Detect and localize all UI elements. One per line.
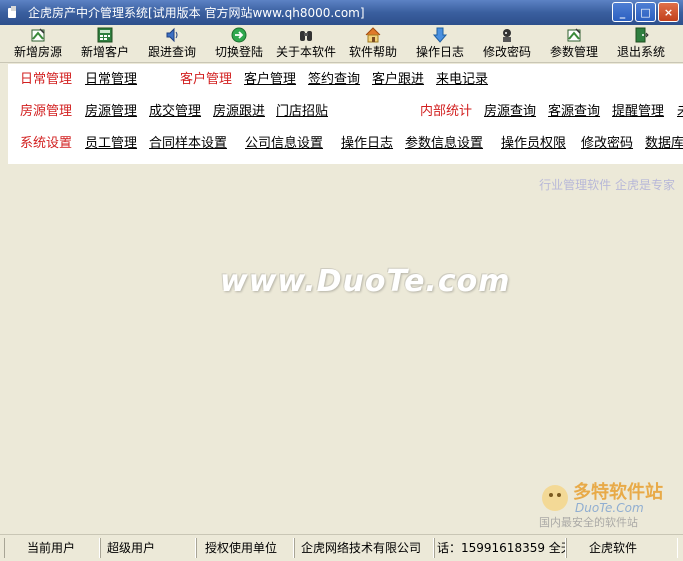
switch-login-button[interactable]: 切换登陆 <box>211 26 267 62</box>
app-icon[interactable] <box>6 5 20 20</box>
operation-log-button[interactable]: 操作日志 <box>412 26 468 62</box>
link-change-password[interactable]: 修改密码 <box>581 133 633 155</box>
duote-logo: 多特软件站 DuoTe.Com 国内最安全的软件站 <box>537 474 677 530</box>
link-operation-log[interactable]: 操作日志 <box>341 133 393 155</box>
slogan-text: 行业管理软件 企虎是专家 <box>539 178 675 192</box>
menu-row-daily: 日常管理 日常管理 客户管理 客户管理 签约查询 客户跟进 来电记录 <box>8 69 683 91</box>
status-bar: 当前用户 超级用户 授权使用单位 企虎网络技术有限公司 话：1599161835… <box>0 534 683 561</box>
window-controls: _ □ × <box>612 2 679 22</box>
help-button[interactable]: 软件帮助 <box>345 26 401 62</box>
link-database[interactable]: 数据库 <box>645 133 683 155</box>
operation-log-label: 操作日志 <box>415 45 464 59</box>
menu-row-house: 房源管理 房源管理 成交管理 房源跟进 门店招贴 内部统计 房源查询 客源查询 … <box>8 101 683 123</box>
switch-login-label: 切换登陆 <box>214 45 263 59</box>
change-password-button[interactable]: 修改密码 <box>479 26 535 62</box>
about-button[interactable]: 关于本软件 <box>274 26 338 62</box>
category-daily: 日常管理 <box>20 72 73 87</box>
exit-door-icon <box>633 27 649 43</box>
logo-caption: 国内最安全的软件站 <box>539 515 638 529</box>
status-license-label: 授权使用单位 <box>196 538 294 558</box>
link-house-query[interactable]: 房源查询 <box>484 101 536 123</box>
menu-panel: 日常管理 日常管理 客户管理 客户管理 签约查询 客户跟进 来电记录 房源管理 … <box>8 64 683 164</box>
link-daily-management[interactable]: 日常管理 <box>85 69 137 91</box>
link-deal-management[interactable]: 成交管理 <box>149 101 201 123</box>
link-customer-management[interactable]: 客户管理 <box>244 69 296 91</box>
status-phone: 话：15991618359 全天技 <box>434 538 566 558</box>
close-button[interactable]: × <box>658 2 679 22</box>
new-house-button[interactable]: 新增房源 <box>10 26 66 62</box>
link-call-record[interactable]: 来电记录 <box>436 69 488 91</box>
link-staff-management[interactable]: 员工管理 <box>85 133 137 155</box>
link-company-info[interactable]: 公司信息设置 <box>245 133 323 155</box>
logo-text: 多特软件站 <box>573 481 663 503</box>
link-house-management[interactable]: 房源管理 <box>85 101 137 123</box>
new-customer-icon <box>97 27 113 43</box>
category-system: 系统设置 <box>20 136 73 151</box>
watermark-text: www.DuoTe.com <box>220 264 511 299</box>
new-customer-button[interactable]: 新增客户 <box>77 26 133 62</box>
change-password-label: 修改密码 <box>482 45 531 59</box>
window-title: 企虎房产中介管理系统[试用版本 官方网站www.qh8000.com] <box>28 6 365 20</box>
new-customer-label: 新增客户 <box>80 45 129 59</box>
link-house-follow[interactable]: 房源跟进 <box>213 101 265 123</box>
category-house: 房源管理 <box>20 104 73 119</box>
link-truncated[interactable]: 未 <box>677 101 683 123</box>
link-customer-follow[interactable]: 客户跟进 <box>372 69 424 91</box>
follow-query-label: 跟进查询 <box>147 45 196 59</box>
link-client-query[interactable]: 客源查询 <box>548 101 600 123</box>
main-content-area: 行业管理软件 企虎是专家 www.DuoTe.com 多特软件站 DuoTe.C… <box>8 164 683 534</box>
logo-sub: DuoTe.Com <box>575 501 644 515</box>
menu-row-system: 系统设置 员工管理 合同样本设置 公司信息设置 操作日志 参数信息设置 操作员权… <box>8 133 683 155</box>
binoculars-icon <box>298 27 314 43</box>
help-label: 软件帮助 <box>348 45 397 59</box>
new-house-label: 新增房源 <box>13 45 62 59</box>
status-current-user-value: 超级用户 <box>100 538 196 558</box>
maximize-button[interactable]: □ <box>635 2 656 22</box>
category-internal-stats: 内部统计 <box>420 104 473 119</box>
link-parameter-info[interactable]: 参数信息设置 <box>405 133 483 155</box>
settings-icon <box>566 27 582 43</box>
exit-label: 退出系统 <box>616 45 665 59</box>
link-reminder-management[interactable]: 提醒管理 <box>612 101 664 123</box>
down-arrow-icon <box>432 27 448 43</box>
link-operator-permissions[interactable]: 操作员权限 <box>501 133 566 155</box>
parameter-management-button[interactable]: 参数管理 <box>546 26 602 62</box>
link-contract-template[interactable]: 合同样本设置 <box>149 133 227 155</box>
about-label: 关于本软件 <box>275 45 336 59</box>
link-store-poster[interactable]: 门店招贴 <box>276 101 328 123</box>
parameter-management-label: 参数管理 <box>549 45 598 59</box>
home-help-icon <box>365 27 381 43</box>
exit-button[interactable]: 退出系统 <box>613 26 669 62</box>
status-current-user-label: 当前用户 <box>4 538 100 558</box>
switch-login-icon <box>231 27 247 43</box>
user-key-icon <box>499 27 515 43</box>
link-contract-query[interactable]: 签约查询 <box>308 69 360 91</box>
title-bar: 企虎房产中介管理系统[试用版本 官方网站www.qh8000.com] _ □ … <box>0 0 683 25</box>
status-product: 企虎软件 <box>566 538 678 558</box>
new-house-icon <box>30 27 46 43</box>
toolbar: 新增房源 新增客户 跟进查询 切换登陆 关于本软件 软件帮助 操作日志 修改密码… <box>0 25 683 63</box>
speaker-icon <box>164 27 180 43</box>
category-customer: 客户管理 <box>180 72 233 87</box>
minimize-button[interactable]: _ <box>612 2 633 22</box>
follow-query-button[interactable]: 跟进查询 <box>144 26 200 62</box>
status-license-company: 企虎网络技术有限公司 <box>294 538 434 558</box>
